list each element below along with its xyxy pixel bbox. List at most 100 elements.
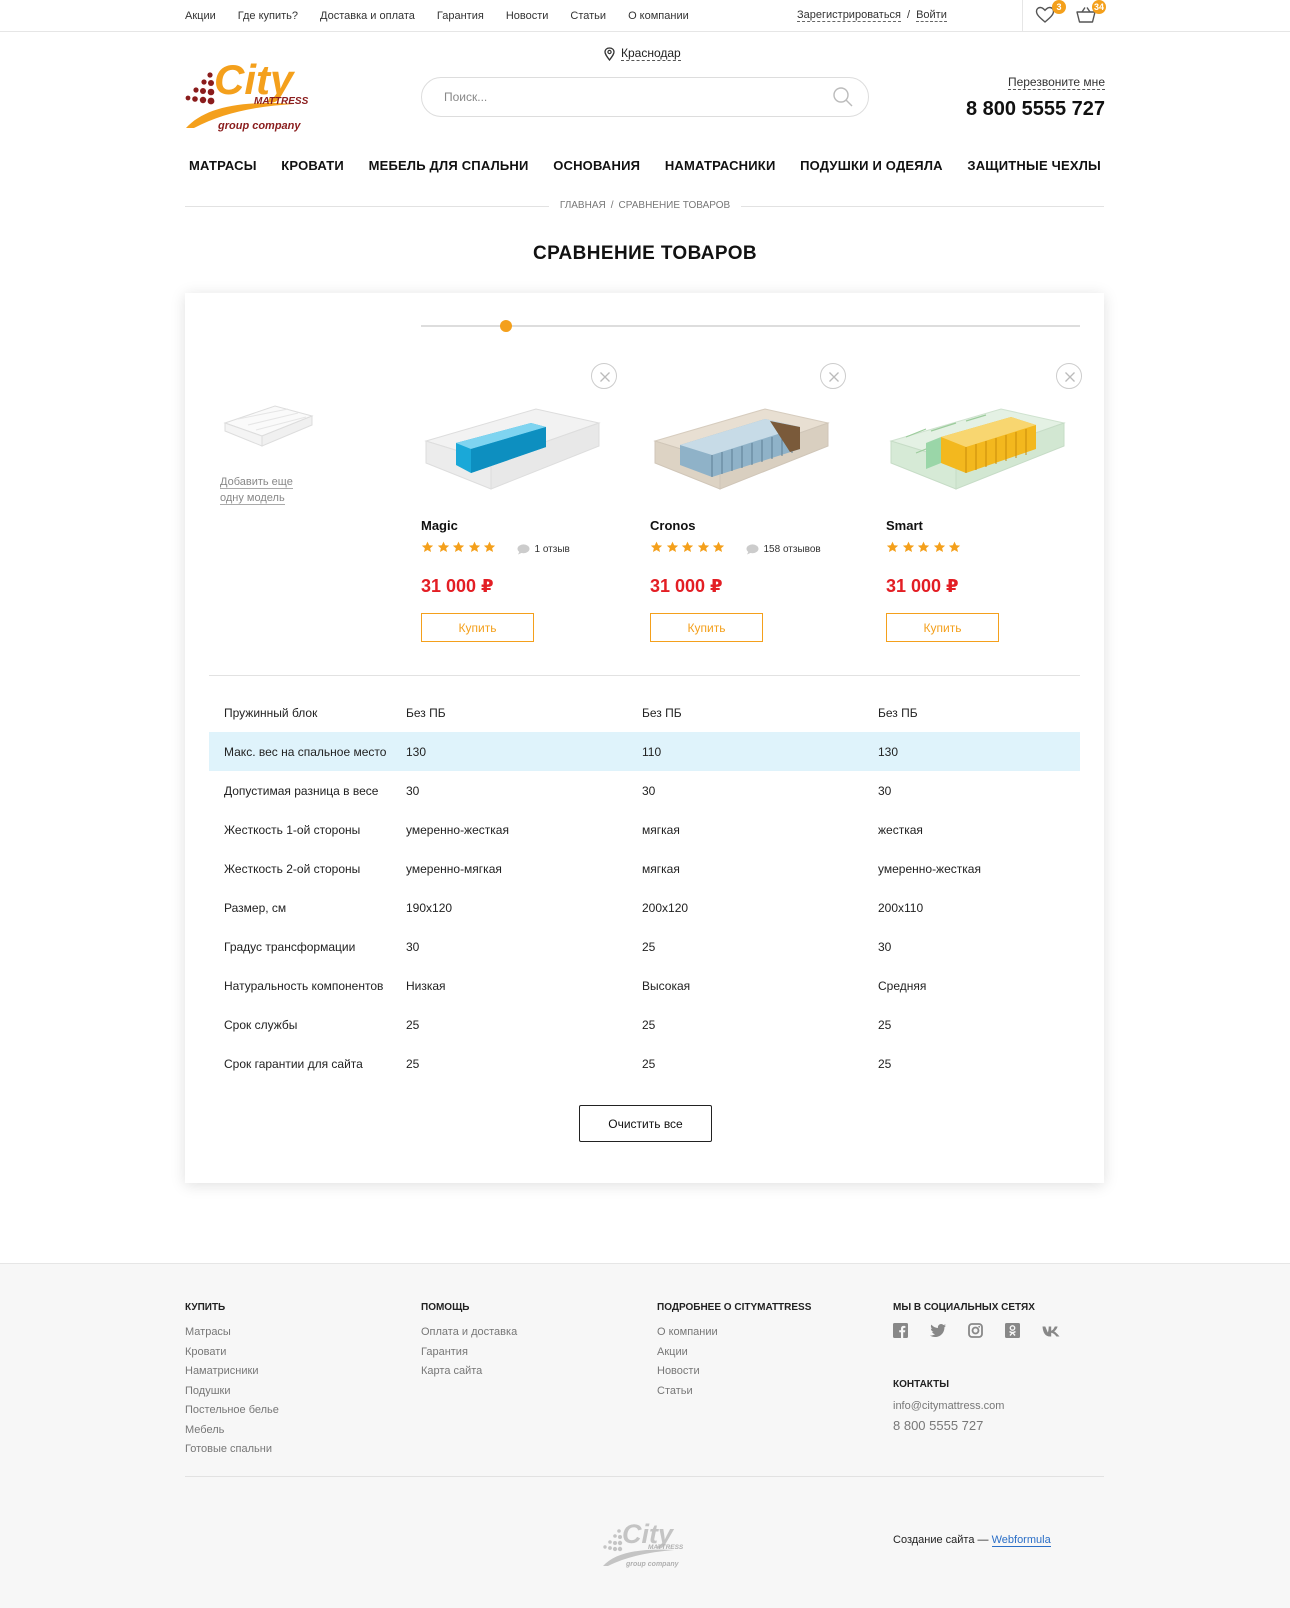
reviews-link[interactable]: 1 отзыв [517, 544, 570, 555]
nav-mattresses[interactable]: МАТРАСЫ [185, 158, 261, 173]
clear-all-button[interactable]: Очистить все [579, 1105, 712, 1142]
favorites-button[interactable]: 3 [1035, 0, 1066, 26]
spec-value: умеренно-жесткая [878, 861, 981, 876]
footer-link-articles[interactable]: Статьи [657, 1382, 811, 1402]
star-icon [421, 541, 434, 553]
footer-logo[interactable]: City MATTRESS group company [602, 1512, 686, 1573]
vk-icon[interactable] [1042, 1324, 1060, 1342]
spec-value: Низкая [406, 978, 446, 993]
comment-icon [517, 543, 529, 554]
instagram-icon[interactable] [968, 1323, 983, 1343]
remove-product-button[interactable] [591, 363, 617, 389]
product-name[interactable]: Smart [886, 518, 923, 533]
footer-phone[interactable]: 8 800 5555 727 [893, 1418, 1082, 1433]
spec-value: 25 [642, 939, 656, 954]
buy-button[interactable]: Купить [421, 613, 534, 642]
city-name[interactable]: Краснодар [621, 46, 681, 61]
nav-pillows-blankets[interactable]: ПОДУШКИ И ОДЕЯЛА [796, 158, 947, 173]
footer-link-bedrooms[interactable]: Готовые спальни [185, 1440, 279, 1460]
main-nav: МАТРАСЫ КРОВАТИ МЕБЕЛЬ ДЛЯ СПАЛЬНИ ОСНОВ… [185, 158, 1105, 173]
spec-value: 190x120 [406, 900, 453, 915]
top-nav-articles[interactable]: Статьи [570, 10, 606, 22]
logo-mattress-text: MATTRESS [254, 96, 309, 107]
credits-prefix: Создание сайта — [893, 1534, 989, 1546]
spec-value: 30 [406, 783, 420, 798]
search-input[interactable] [444, 78, 804, 116]
facebook-icon[interactable] [893, 1323, 908, 1343]
footer-link-promos[interactable]: Акции [657, 1343, 811, 1363]
spec-value: Без ПБ [878, 705, 918, 720]
cart-button[interactable]: 34 [1075, 0, 1106, 26]
top-nav-news[interactable]: Новости [506, 10, 549, 22]
footer-link-toppers[interactable]: Наматрисники [185, 1362, 279, 1382]
product-image-smart[interactable] [886, 391, 1066, 501]
nav-bases[interactable]: ОСНОВАНИЯ [549, 158, 644, 173]
compare-scroll-track[interactable] [421, 325, 1080, 327]
footer-link-warranty[interactable]: Гарантия [421, 1343, 517, 1363]
login-link[interactable]: Войти [916, 9, 947, 22]
footer-link-payment-delivery[interactable]: Оплата и доставка [421, 1323, 517, 1343]
star-icon [483, 541, 496, 553]
top-nav-about[interactable]: О компании [628, 10, 689, 22]
spec-value: 25 [406, 1017, 420, 1032]
footer-link-pillows[interactable]: Подушки [185, 1382, 279, 1402]
top-nav-warranty[interactable]: Гарантия [437, 10, 484, 22]
twitter-icon[interactable] [930, 1324, 946, 1342]
spec-value: 25 [642, 1056, 656, 1071]
products-specs-divider [209, 675, 1080, 676]
breadcrumb-home[interactable]: ГЛАВНАЯ [560, 200, 606, 211]
product-name[interactable]: Magic [421, 518, 458, 533]
product-name[interactable]: Cronos [650, 518, 696, 533]
spec-value: мягкая [642, 822, 680, 837]
register-link[interactable]: Зарегистрироваться [797, 9, 902, 22]
buy-button[interactable]: Купить [650, 613, 763, 642]
product-image-cronos[interactable] [650, 391, 830, 501]
webformula-link[interactable]: Webformula [991, 1534, 1051, 1547]
star-icon [917, 541, 930, 553]
reviews-link[interactable]: 158 отзывов [746, 544, 821, 555]
footer-link-furniture[interactable]: Мебель [185, 1421, 279, 1441]
nav-bedroom-furniture[interactable]: МЕБЕЛЬ ДЛЯ СПАЛЬНИ [365, 158, 533, 173]
top-nav-delivery[interactable]: Доставка и оплата [320, 10, 415, 22]
footer-link-beds[interactable]: Кровати [185, 1343, 279, 1363]
star-icon [650, 541, 663, 553]
spec-value: Без ПБ [642, 705, 682, 720]
add-model-label[interactable]: Добавить еще одну модель [220, 474, 330, 506]
remove-product-button[interactable] [820, 363, 846, 389]
footer-email[interactable]: info@citymattress.com [893, 1400, 1082, 1412]
spec-value: 130 [406, 744, 427, 759]
add-model-button[interactable]: Добавить еще одну модель [220, 398, 330, 506]
rating-stars [886, 540, 964, 558]
search-button[interactable] [832, 86, 854, 113]
rating-stars [421, 540, 499, 558]
reviews-count: 158 отзывов [763, 543, 821, 555]
footer-link-bedding[interactable]: Постельное белье [185, 1401, 279, 1421]
remove-product-button[interactable] [1056, 363, 1082, 389]
city-mattress-logo: City MATTRESS group company [185, 56, 309, 132]
footer-link-about-company[interactable]: О компании [657, 1323, 811, 1343]
footer-heading-contacts: КОНТАКТЫ [893, 1379, 950, 1390]
footer-link-news[interactable]: Новости [657, 1362, 811, 1382]
city-selector[interactable]: Краснодар [604, 46, 681, 61]
breadcrumb-current: СРАВНЕНИЕ ТОВАРОВ [618, 200, 731, 211]
spec-value: мягкая [642, 861, 680, 876]
odnoklassniki-icon[interactable] [1005, 1323, 1020, 1343]
callback-link[interactable]: Перезвоните мне [1007, 75, 1105, 90]
spec-label: Пружинный блок [224, 705, 318, 720]
buy-button[interactable]: Купить [886, 613, 999, 642]
footer-link-sitemap[interactable]: Карта сайта [421, 1362, 517, 1382]
footer-link-mattresses[interactable]: Матрасы [185, 1323, 279, 1343]
nav-mattress-toppers[interactable]: НАМАТРАСНИКИ [661, 158, 780, 173]
top-nav-where-to-buy[interactable]: Где купить? [238, 10, 298, 22]
nav-beds[interactable]: КРОВАТИ [277, 158, 348, 173]
compare-scroll-handle[interactable] [500, 320, 512, 332]
product-image-magic[interactable] [421, 391, 601, 501]
header-phone[interactable]: 8 800 5555 727 [966, 98, 1105, 121]
header-icons: 3 34 [1022, 0, 1115, 32]
page-title: СРАВНЕНИЕ ТОВАРОВ [532, 243, 758, 264]
nav-protective-covers[interactable]: ЗАЩИТНЫЕ ЧЕХЛЫ [963, 158, 1105, 173]
top-nav-promos[interactable]: Акции [185, 10, 216, 22]
spec-label: Жесткость 2-ой стороны [224, 861, 361, 876]
spec-value: 25 [406, 1056, 420, 1071]
site-logo[interactable]: City MATTRESS group company [184, 46, 314, 136]
